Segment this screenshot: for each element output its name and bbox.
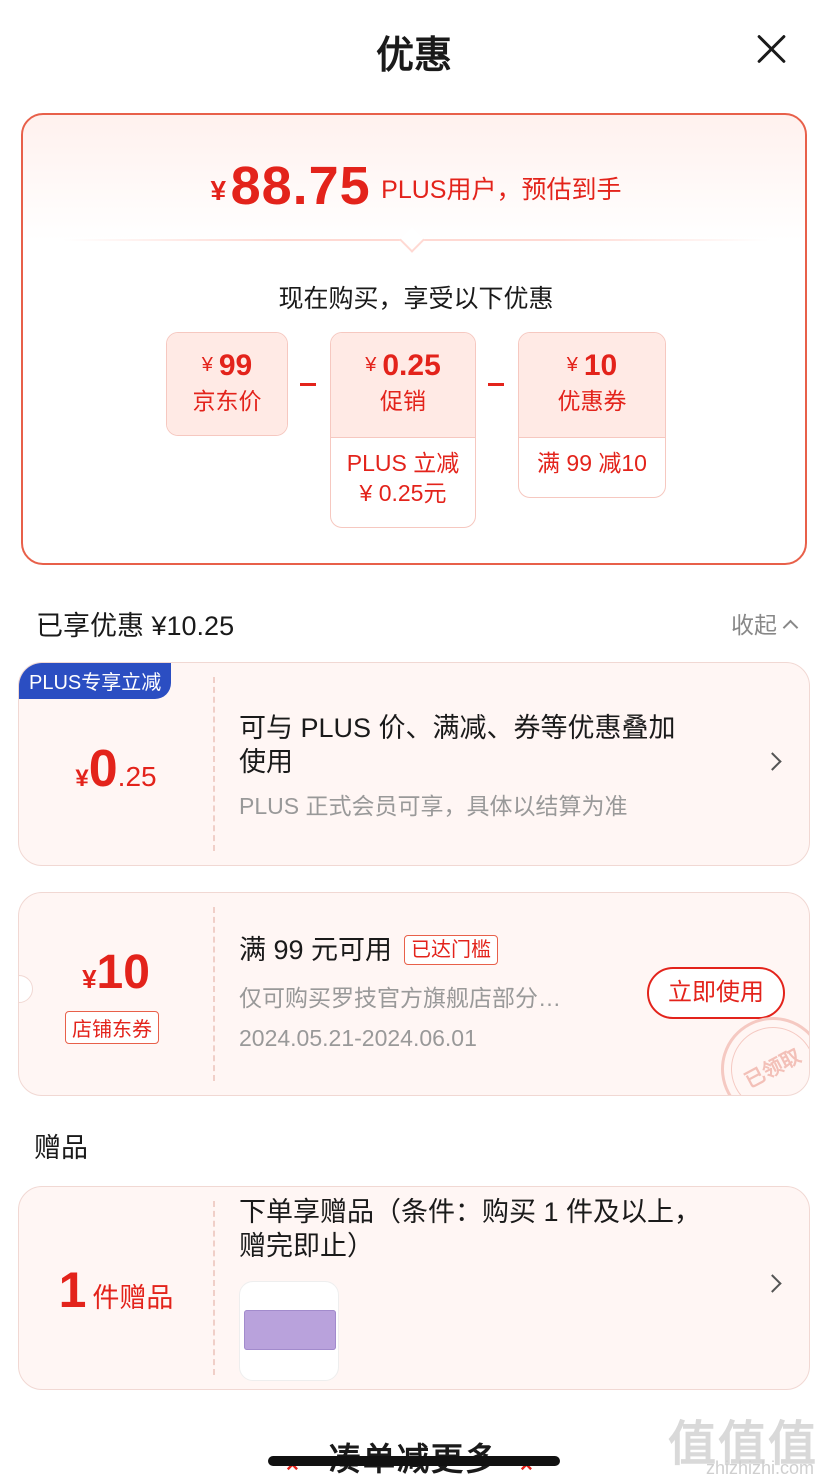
currency-symbol: ¥ — [201, 354, 213, 376]
breakdown-value: 0.25 — [382, 349, 441, 382]
breakdown-label: 京东价 — [192, 388, 262, 414]
breakdown-sub-line: ¥ 0.25元 — [359, 480, 447, 506]
discount-title-line: 使用 — [239, 747, 293, 777]
coupon-title: 满 99 元可用 — [239, 935, 393, 965]
final-price: ¥ 88.75 PLUS用户，预估到手 — [23, 155, 809, 217]
close-icon[interactable] — [754, 32, 788, 66]
use-now-button[interactable]: 立即使用 — [647, 967, 785, 1019]
dashed-separator — [213, 1201, 215, 1375]
gift-desc-line: 赠完即止） — [239, 1231, 374, 1261]
breakdown-value: 99 — [218, 349, 253, 382]
breakdown-coupon: ¥10 优惠券 满 99 减10 — [518, 332, 666, 498]
coupon-desc: 仅可购买罗技官方旗舰店部分… — [239, 985, 561, 1011]
coupon-validity: 2024.05.21-2024.06.01 — [239, 1025, 477, 1051]
discount-intro: 现在购买，享受以下优惠 — [278, 285, 554, 313]
breakdown-label: 促销 — [380, 388, 426, 414]
chevron-up-icon — [782, 619, 799, 636]
collapse-button[interactable]: 收起 — [731, 606, 799, 640]
currency-symbol: ¥ — [82, 964, 97, 994]
breakdown-label: 优惠券 — [557, 388, 627, 414]
breakdown-promotion: ¥0.25 促销 PLUS 立减 ¥ 0.25元 — [330, 332, 476, 528]
dashed-separator — [213, 677, 215, 851]
currency-symbol: ¥ — [210, 175, 227, 206]
coupon-type-tag: 店铺东券 — [65, 1011, 159, 1044]
gift-image — [244, 1310, 336, 1350]
currency-symbol: ¥ — [566, 354, 578, 376]
gift-count: 1 件赠品 — [19, 1261, 213, 1319]
gift-desc: 下单享赠品（条件：购买 1 件及以上， 赠完即止） — [239, 1195, 701, 1263]
collapse-label: 收起 — [731, 612, 777, 638]
currency-symbol: ¥ — [365, 354, 377, 376]
gift-thumbnail[interactable] — [239, 1281, 339, 1381]
threshold-reached-tag: 已达门槛 — [404, 935, 499, 965]
watermark-url: zhizhizhi.com — [705, 1458, 814, 1478]
section-title-discounts: 已享优惠 ¥10.25 — [36, 611, 235, 641]
discount-note: PLUS 正式会员可享，具体以结算为准 — [239, 793, 628, 819]
discount-amount: ¥0.25 — [19, 739, 213, 799]
breakdown-value: 10 — [583, 349, 618, 382]
final-price-value: 88.75 — [230, 156, 371, 216]
gift-desc-line: 下单享赠品（条件：购买 1 件及以上， — [239, 1197, 702, 1227]
dashed-separator — [213, 907, 215, 1081]
minus-icon — [488, 383, 504, 386]
divider-pointer — [399, 227, 425, 253]
section-title-gifts: 赠品 — [34, 1133, 88, 1163]
breakdown-sub-line: 满 99 减10 — [537, 450, 647, 476]
price-summary-card: ¥ 88.75 PLUS用户，预估到手 现在购买，享受以下优惠 ¥99 京东价 … — [21, 113, 807, 565]
breakdown-jd-price: ¥99 京东价 — [166, 332, 288, 436]
chevron-right-icon[interactable] — [763, 752, 782, 771]
gift-card[interactable]: 1 件赠品 下单享赠品（条件：购买 1 件及以上， 赠完即止） — [18, 1186, 810, 1390]
final-price-desc: PLUS用户，预估到手 — [381, 176, 622, 204]
chevron-right-icon[interactable] — [763, 1274, 782, 1293]
sheet-header: 优惠 — [0, 0, 828, 100]
coupon-value: 10 — [96, 946, 150, 999]
discount-title: 可与 PLUS 价、满减、券等优惠叠加 使用 — [239, 711, 676, 779]
coupon-title-row: 满 99 元可用 已达门槛 — [239, 933, 499, 967]
plus-badge: PLUS专享立减 — [19, 663, 172, 699]
plus-discount-card[interactable]: PLUS专享立减 ¥0.25 可与 PLUS 价、满减、券等优惠叠加 使用 PL… — [18, 662, 810, 866]
coupon-amount: ¥10 — [19, 945, 213, 1000]
store-coupon-card: ¥10 店铺东券 满 99 元可用 已达门槛 仅可购买罗技官方旗舰店部分… 202… — [18, 892, 810, 1096]
page-title: 优惠 — [375, 35, 452, 77]
gift-count-number: 1 — [58, 1262, 87, 1318]
gift-count-unit: 件赠品 — [92, 1283, 174, 1313]
breakdown-sub-line: PLUS 立减 — [346, 450, 460, 476]
currency-symbol: ¥ — [75, 765, 89, 792]
minus-icon — [300, 383, 316, 386]
discount-title-line: 可与 PLUS 价、满减、券等优惠叠加 — [239, 713, 676, 743]
amount-decimal: .25 — [117, 761, 157, 792]
home-indicator[interactable] — [268, 1456, 560, 1466]
amount-integer: 0 — [88, 740, 118, 798]
